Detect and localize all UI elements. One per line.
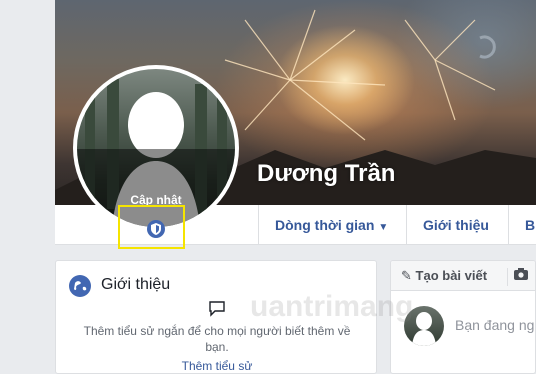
caret-down-icon: ▼ bbox=[378, 222, 389, 233]
composer-card: ✎ Tạo bài viết Bạn đang ng bbox=[390, 260, 536, 374]
speech-bubble-icon bbox=[209, 301, 225, 317]
globe-glyph bbox=[74, 281, 87, 291]
tab-timeline-label: Dòng thời gian bbox=[275, 217, 375, 233]
tab-about-label: Giới thiệu bbox=[423, 217, 489, 233]
avatar-silhouette bbox=[412, 312, 436, 346]
tab-more-label: B bbox=[525, 217, 536, 233]
shield-icon[interactable] bbox=[147, 220, 165, 238]
create-post-label: Tạo bài viết bbox=[415, 268, 488, 283]
create-post-tab[interactable]: ✎ Tạo bài viết bbox=[401, 268, 487, 284]
profile-name[interactable]: Dương Trần bbox=[257, 160, 395, 188]
tab-more[interactable]: B bbox=[508, 205, 536, 245]
profile-picture[interactable]: Cập nhật bbox=[77, 69, 235, 227]
composer-avatar bbox=[404, 306, 444, 346]
composer-input[interactable]: Bạn đang ng bbox=[455, 317, 534, 333]
intro-title: Giới thiệu bbox=[101, 276, 171, 293]
photo-tab[interactable] bbox=[507, 268, 528, 286]
intro-description: Thêm tiểu sử ngắn để cho mọi người biết … bbox=[83, 324, 351, 354]
page-gutter bbox=[0, 0, 55, 374]
add-bio-link[interactable]: Thêm tiểu sử bbox=[56, 359, 378, 373]
tab-timeline[interactable]: Dòng thời gian ▼ bbox=[258, 205, 406, 245]
shield-glyph bbox=[151, 223, 161, 235]
camera-icon bbox=[78, 70, 94, 82]
tab-about[interactable]: Giới thiệu bbox=[406, 205, 508, 245]
pencil-icon: ✎ bbox=[401, 268, 412, 283]
globe-icon bbox=[69, 275, 91, 297]
intro-card: Giới thiệu Thêm tiểu sử ngắn để cho mọi … bbox=[55, 260, 377, 374]
camera-icon bbox=[514, 268, 528, 280]
